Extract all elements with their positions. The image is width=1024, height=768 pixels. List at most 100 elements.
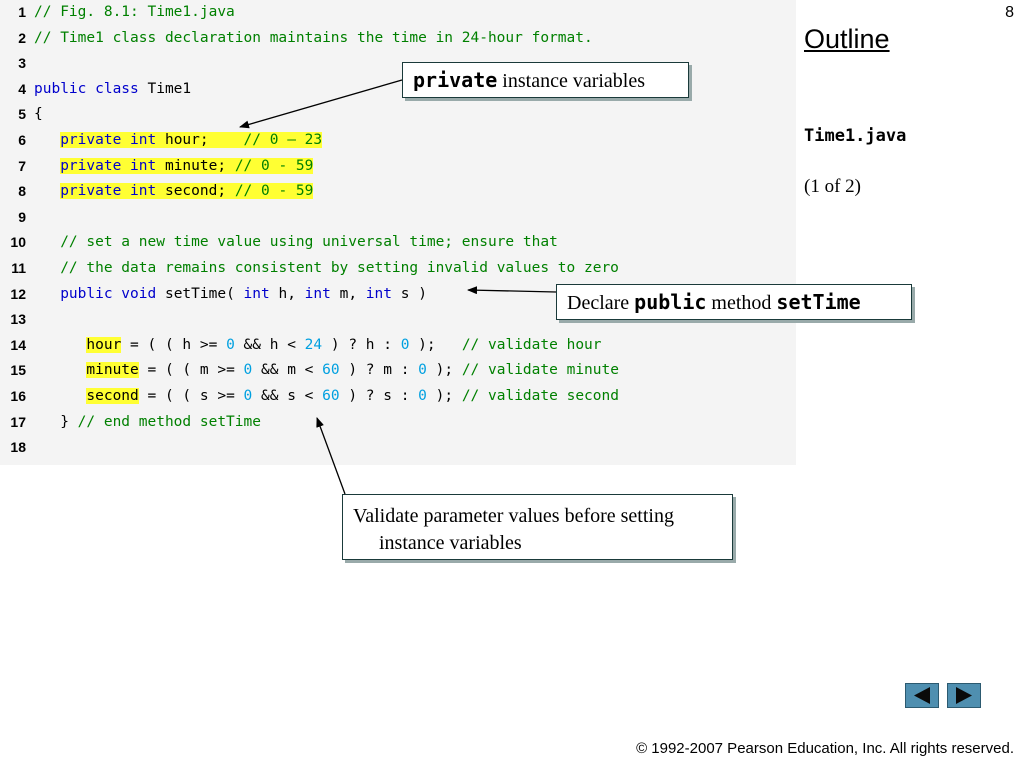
code-token: ); [426, 388, 462, 404]
code-line: 9 [0, 205, 796, 230]
line-number: 5 [18, 106, 26, 123]
code-text: // set a new time value using universal … [34, 230, 558, 255]
code-line: 11 // the data remains consistent by set… [0, 256, 796, 281]
code-token: 0 [418, 388, 427, 404]
line-number: 7 [18, 157, 26, 174]
code-text: // Fig. 8.1: Time1.java [34, 0, 235, 25]
code-token: ); [409, 336, 462, 353]
code-token: // validate second [461, 388, 619, 404]
code-token: // Fig. 8.1: Time1.java [34, 4, 235, 20]
line-number: 3 [18, 55, 26, 72]
code-token: public class [34, 80, 139, 97]
code-token: = ( ( s >= [138, 388, 244, 404]
code-token: second [86, 388, 139, 404]
code-token: // validate minute [461, 362, 619, 379]
code-line: 10 // set a new time value using univers… [0, 230, 796, 255]
line-number: 8 [18, 183, 26, 200]
code-token: 0 [243, 388, 253, 404]
line-number: 15 [10, 362, 26, 379]
callout-settime-mid: method [706, 292, 777, 314]
code-token: && s < [252, 388, 323, 404]
code-token: // 0 – 23 [243, 132, 323, 148]
code-token: = ( ( m >= [138, 362, 244, 379]
copyright-notice: © 1992-2007 Pearson Education, Inc. All … [636, 740, 1014, 757]
line-number: 12 [10, 285, 26, 302]
code-line: 7 private int minute; // 0 - 59 [0, 154, 796, 179]
code-text: private int minute; // 0 - 59 [34, 154, 314, 179]
line-number: 1 [18, 4, 26, 20]
code-token: 60 [322, 388, 340, 404]
line-number: 9 [18, 208, 26, 225]
code-token: ) ? s : [339, 388, 419, 404]
line-number: 2 [18, 29, 26, 46]
code-token: 0 [418, 362, 427, 379]
code-text: public void setTime( int h, int m, int s… [34, 282, 427, 307]
code-token: m, [330, 285, 366, 302]
code-token: 24 [304, 336, 323, 353]
code-token: && h < [234, 336, 305, 353]
code-token: ) ? m : [339, 362, 419, 379]
code-token: 60 [322, 362, 340, 379]
code-token: hour; [156, 132, 244, 148]
code-line: 1 // Fig. 8.1: Time1.java [0, 0, 796, 25]
code-token: // 0 - 59 [234, 157, 314, 174]
code-token: // Time1 class declaration maintains the… [34, 29, 593, 46]
code-token: } [34, 413, 78, 430]
code-text: hour = ( ( h >= 0 && h < 24 ) ? h : 0 );… [34, 333, 602, 358]
line-number: 10 [10, 234, 26, 251]
code-line: 14 hour = ( ( h >= 0 && h < 24 ) ? h : 0… [0, 333, 796, 358]
code-token: public void [60, 285, 157, 302]
code-token: 0 [226, 336, 235, 353]
code-line: 2 // Time1 class declaration maintains th… [0, 26, 796, 51]
triangle-right-icon [956, 687, 972, 704]
outline-link[interactable]: Outline [804, 24, 890, 55]
code-token: 0 [243, 362, 253, 379]
code-text: second = ( ( s >= 0 && s < 60 ) ? s : 0 … [34, 384, 619, 409]
code-token: minute [86, 362, 139, 379]
code-line: 5{ [0, 102, 796, 127]
code-text: public class Time1 [34, 77, 191, 102]
code-text: // the data remains consistent by settin… [34, 256, 619, 281]
code-token: Time1 [138, 80, 192, 97]
code-token: && m < [252, 362, 323, 379]
code-text: // Time1 class declaration maintains the… [34, 26, 593, 51]
code-token: ); [426, 362, 462, 379]
callout-private-vars: private instance variables [402, 62, 689, 98]
code-token: second; [156, 183, 235, 200]
code-token: private int [60, 132, 157, 148]
code-line: 15 minute = ( ( m >= 0 && m < 60 ) ? m :… [0, 358, 796, 383]
line-number: 17 [10, 413, 26, 430]
callout-settime-pre: Declare [567, 292, 635, 314]
line-number: 11 [11, 260, 26, 276]
code-text: minute = ( ( m >= 0 && m < 60 ) ? m : 0 … [34, 358, 619, 383]
callout-private-text: instance variables [497, 70, 646, 92]
code-text: } // end method setTime [34, 410, 261, 435]
line-number: 6 [18, 132, 26, 148]
code-token: = ( ( h >= [121, 336, 227, 353]
code-token: s ) [392, 285, 427, 302]
callout-validate-line2: instance variables [379, 532, 522, 554]
code-token: int [304, 285, 331, 302]
line-number: 16 [10, 388, 26, 404]
next-slide-button[interactable] [947, 683, 981, 708]
code-token: hour [86, 336, 122, 353]
callout-settime: Declare public method setTime [556, 284, 912, 320]
line-number: 4 [18, 80, 26, 97]
code-text: private int hour; // 0 – 23 [34, 128, 323, 153]
code-line: 6 private int hour; // 0 – 23 [0, 128, 796, 153]
callout-validate-line1: Validate parameter values before setting [353, 505, 674, 527]
prev-slide-button[interactable] [905, 683, 939, 708]
page-number: 8 [1005, 4, 1014, 21]
file-name: Time1.java [804, 126, 907, 146]
code-token: // the data remains consistent by settin… [60, 260, 619, 276]
callout-settime-code2: setTime [776, 290, 861, 314]
code-token: minute; [156, 157, 235, 174]
